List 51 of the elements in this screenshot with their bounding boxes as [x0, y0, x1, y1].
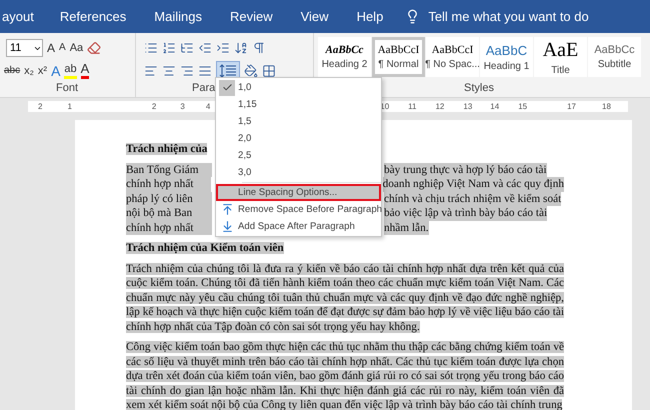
menu-item[interactable]: 2,5 [216, 147, 381, 164]
style-tile[interactable]: AaBbCcI ¶ No Spac... [426, 37, 479, 77]
numbering-icon[interactable] [162, 41, 176, 56]
strike-button[interactable]: abc [4, 64, 20, 78]
align-left-icon[interactable] [144, 64, 158, 78]
shrink-font-button[interactable]: A [59, 41, 66, 56]
justify-icon[interactable] [198, 64, 212, 78]
pilcrow-icon[interactable] [252, 41, 266, 56]
multilevel-list-icon[interactable] [180, 41, 194, 56]
increase-indent-icon[interactable] [216, 41, 230, 56]
ribbon-tab[interactable]: Help [342, 9, 398, 24]
eraser-icon[interactable] [87, 41, 102, 56]
paragraph: Trách nhiệm của chúng tôi là đưa ra ý kiến về báo cáo tài chính hợp nhất dựa trên kết quả của cuộc kiểm toán. Chúng tôi đã tiến hành kiểm toán theo các chuẩn mực kiểm toán Việt Nam. Các chuẩn mực này yêu cầu chúng tôi tuân thủ chuẩn mực và các quy định về đạo đức nghề nghiệp, lập kế hoạch và thực hiện cuộc kiểm toán để đạt được sự đảm bảo hợp lý về việc liệu báo cáo tài chính hợp nhất của Tập đoàn có còn sai sót trọng yếu hay không. [126, 262, 564, 334]
style-tile[interactable]: AaE Title [534, 37, 587, 77]
space-before-icon [220, 203, 234, 216]
tell-me-search[interactable]: Tell me what you want to do [428, 9, 589, 24]
style-tile[interactable]: AaBbCc Subtitle [588, 37, 641, 77]
menu-item[interactable]: 1,5 [216, 113, 381, 130]
menu-item[interactable]: Remove Space Before Paragraph [216, 201, 381, 218]
style-tile[interactable]: AaBbC Heading 1 [480, 37, 533, 77]
menu-item[interactable]: 3,0 [216, 164, 381, 181]
case-font-button[interactable]: Aa [70, 41, 84, 56]
ribbon-tab[interactable]: Review [216, 9, 287, 24]
heading: Trách nhiệm của Kiểm toán viên [126, 241, 285, 256]
sub-button[interactable]: x₂ [24, 64, 34, 78]
style-tile[interactable]: AaBbCc Heading 2 [318, 37, 371, 77]
group-label: Para [192, 82, 216, 94]
decrease-indent-icon[interactable] [198, 41, 212, 56]
align-right-icon[interactable] [180, 64, 194, 78]
menu-item[interactable]: Line Spacing Options... [216, 184, 381, 201]
style-tile[interactable]: AaBbCcI ¶ Normal [372, 37, 425, 77]
ribbon-tab[interactable]: View [286, 9, 343, 24]
effects-button[interactable]: A [51, 64, 60, 78]
group-label: Styles [464, 82, 494, 94]
ribbon-tab[interactable]: Mailings [140, 9, 216, 24]
font-size-field[interactable]: 11 [6, 39, 43, 58]
menu-item[interactable]: 1,0 [216, 79, 381, 96]
group-label: Font [56, 82, 78, 94]
borders-icon[interactable] [262, 64, 276, 78]
align-center-icon[interactable] [162, 64, 176, 78]
menu-item[interactable]: 2,0 [216, 130, 381, 147]
space-after-icon [220, 220, 234, 233]
sort-icon[interactable] [234, 41, 248, 56]
grow-font-button[interactable]: A [47, 41, 56, 56]
highlight-button[interactable]: ab [64, 62, 77, 80]
ribbon-tab[interactable]: References [46, 9, 140, 24]
menu-item[interactable]: Add Space After Paragraph [216, 218, 381, 235]
shading-icon[interactable] [244, 64, 258, 78]
ribbon-tab[interactable]: ayout [2, 9, 46, 24]
sup-button[interactable]: x² [38, 64, 48, 78]
color-button[interactable]: A [80, 62, 90, 80]
